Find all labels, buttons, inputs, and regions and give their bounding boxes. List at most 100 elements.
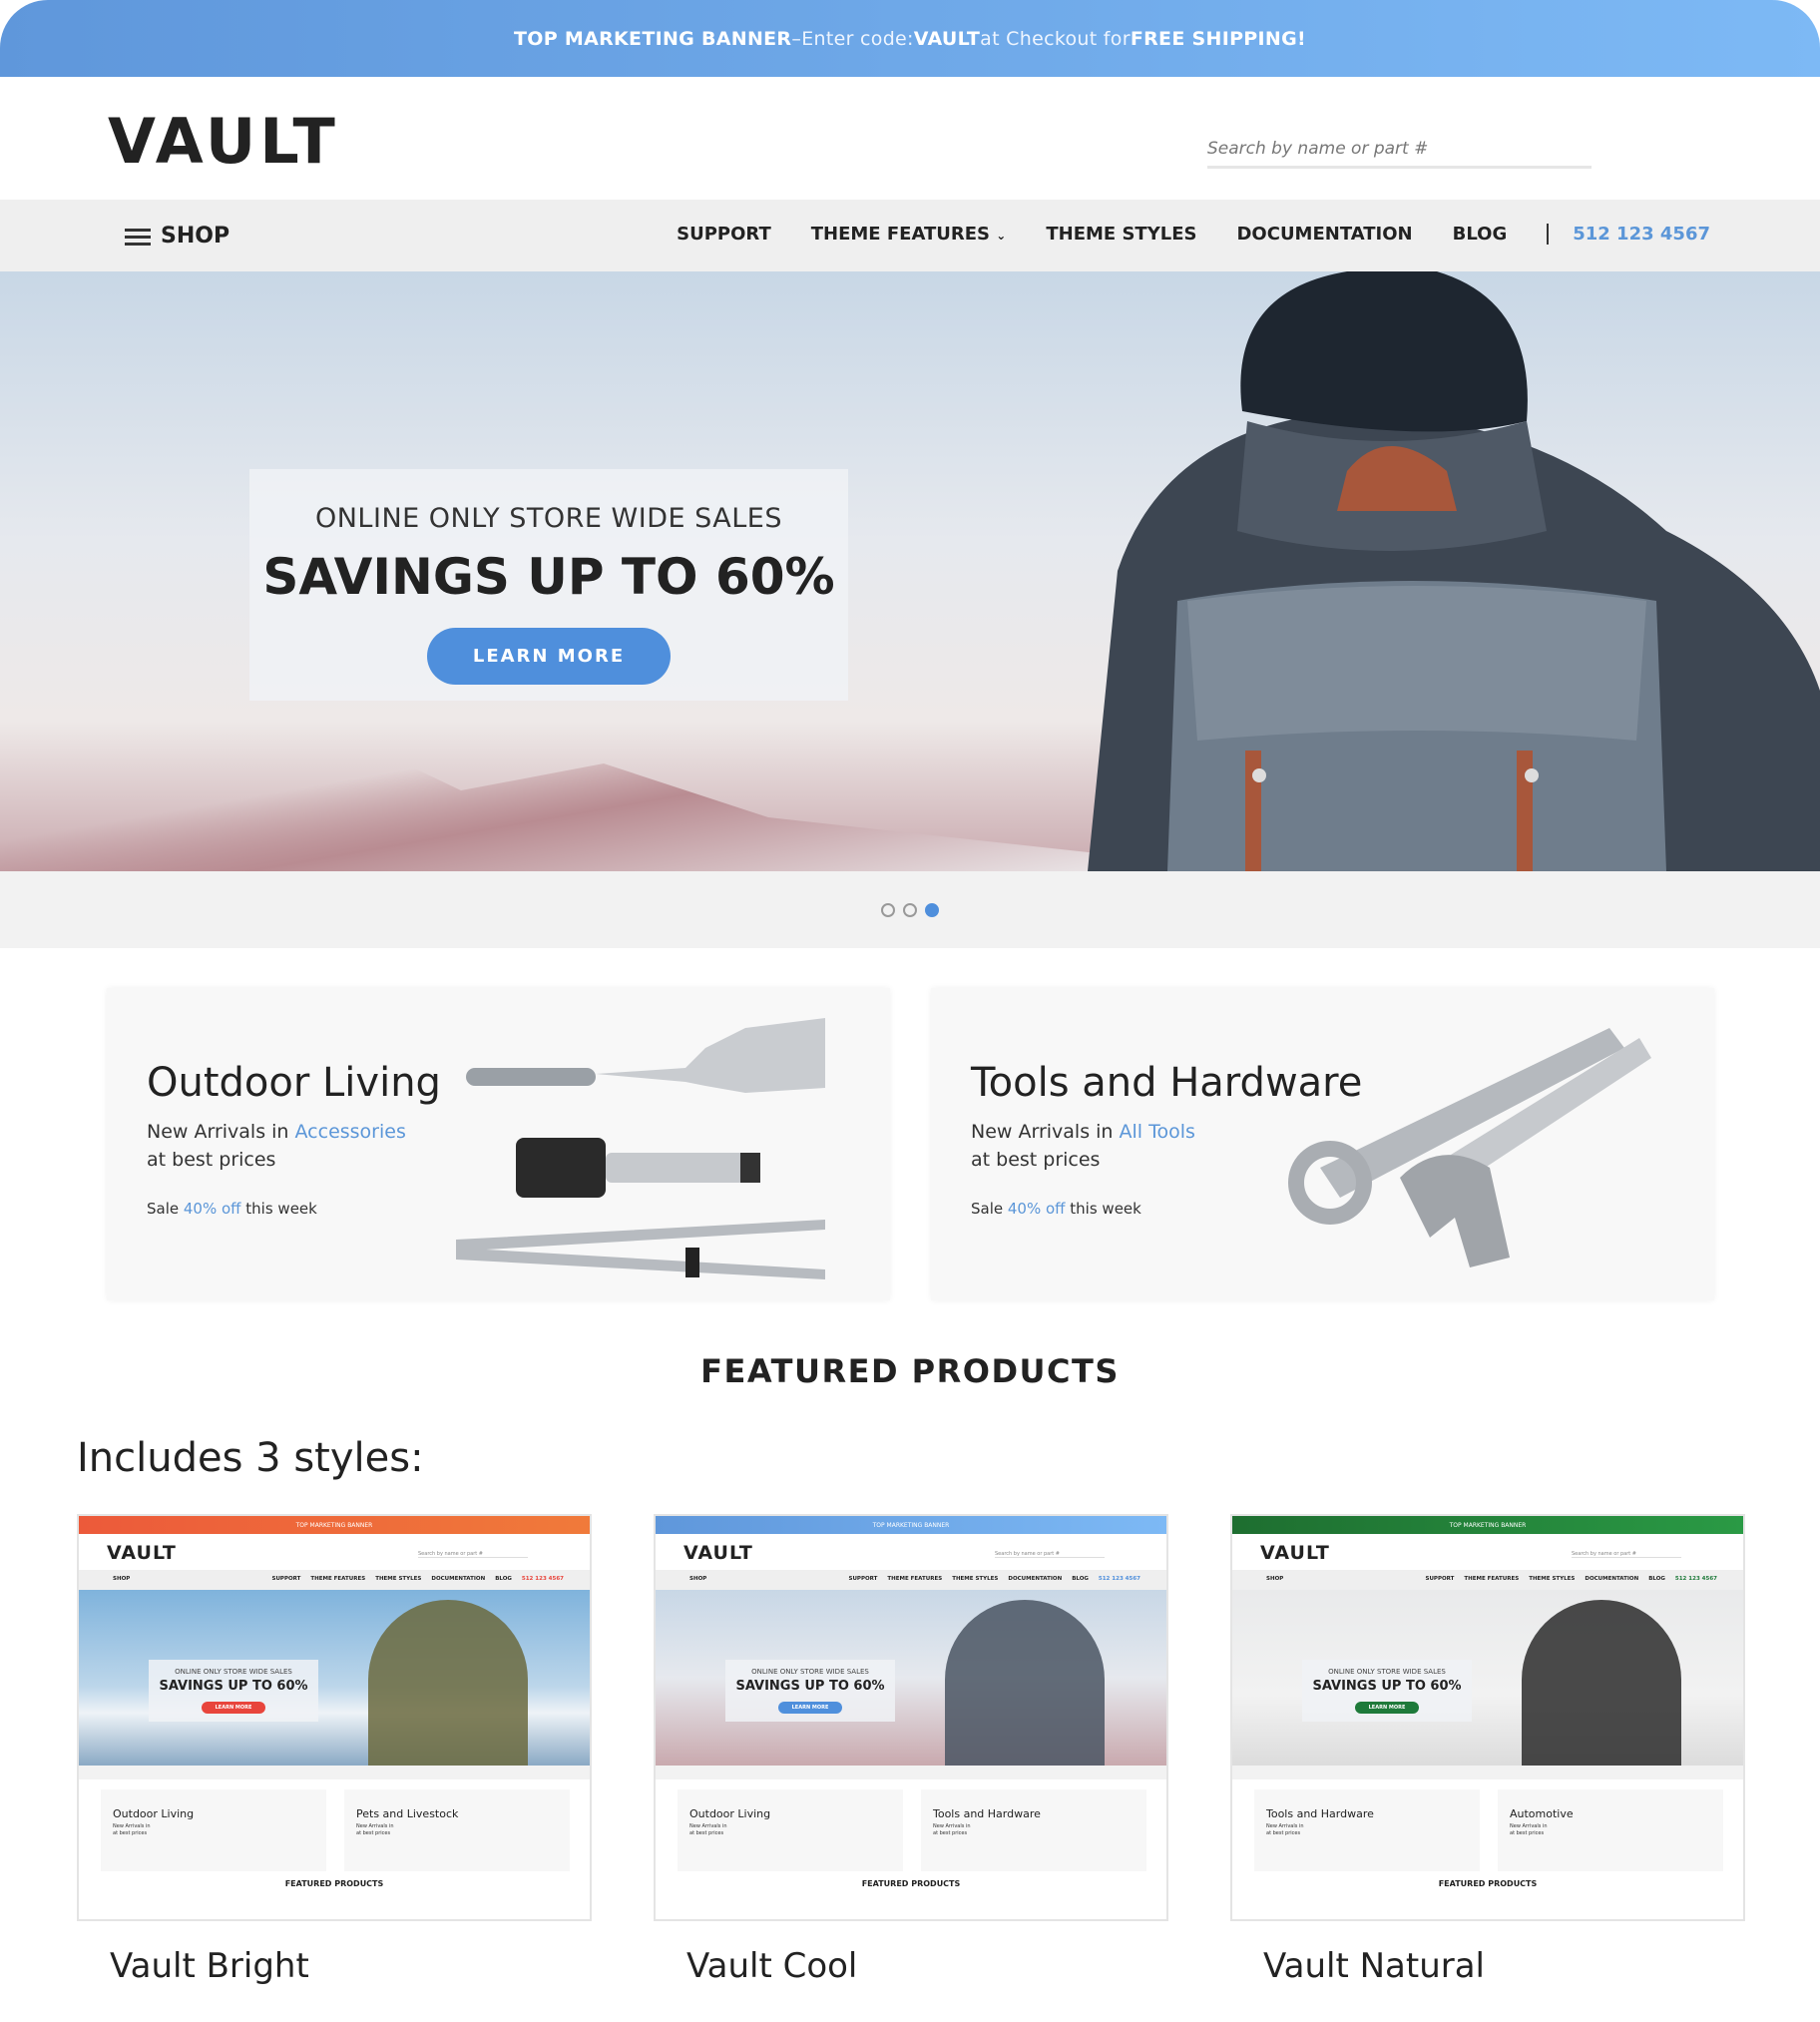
marketing-banner: TOP MARKETING BANNER – Enter code: VAULT… <box>0 0 1820 77</box>
card-line1: New Arrivals in Accessories <box>147 1121 406 1143</box>
category-card-tools-hardware[interactable]: Tools and Hardware New Arrivals in All T… <box>931 988 1714 1300</box>
card-text: New Arrivals in <box>971 1121 1120 1143</box>
thumb-nav-link: THEME STYLES <box>375 1576 422 1582</box>
thumb-card-title: Outdoor Living <box>689 1807 771 1820</box>
thumb-cards: Outdoor Living New Arrivals in at best pr… <box>656 1779 1166 1879</box>
hiker-backpack-image <box>1088 271 1820 871</box>
thumb-header: VAULT Search by name or part # <box>656 1534 1166 1570</box>
includes-styles-heading: Includes 3 styles: <box>77 1435 424 1481</box>
thumb-learn-more: LEARN MORE <box>777 1702 843 1714</box>
card-link[interactable]: Accessories <box>295 1121 406 1143</box>
thumb-card-line: at best prices <box>1510 1830 1545 1836</box>
thumb-card-line: New Arrivals in <box>933 1823 971 1829</box>
slide-dot-1[interactable] <box>881 902 895 917</box>
category-card-outdoor-living[interactable]: Outdoor Living New Arrivals in Accessori… <box>107 988 890 1300</box>
thumb-card-line: at best prices <box>933 1830 968 1836</box>
banner-text: Enter code: <box>801 27 914 50</box>
thumb-promo-sub: ONLINE ONLY STORE WIDE SALES <box>751 1668 869 1676</box>
thumb-nav-link: BLOG <box>495 1576 512 1582</box>
thumb-featured: FEATURED PRODUCTS <box>284 1879 384 1888</box>
thumb-header: VAULT Search by name or part # <box>1232 1534 1743 1570</box>
thumb-card-text: New Arrivals in at best prices <box>113 1823 151 1837</box>
hero-slider: ONLINE ONLY STORE WIDE SALES SAVINGS UP … <box>0 271 1820 871</box>
thumb-phone: 512 123 4567 <box>1098 1576 1140 1582</box>
thumb-hero: ONLINE ONLY STORE WIDE SALES SAVINGS UP T… <box>656 1590 1166 1766</box>
thumb-hero-image <box>368 1600 528 1766</box>
slide-dot-2[interactable] <box>903 902 917 917</box>
search-input[interactable] <box>1207 127 1527 159</box>
thumb-promo: ONLINE ONLY STORE WIDE SALES SAVINGS UP T… <box>1302 1660 1472 1722</box>
logo[interactable]: VAULT <box>108 105 339 178</box>
nav-theme-features[interactable]: THEME FEATURES ⌄ <box>811 224 1007 245</box>
thumb-card: Automotive New Arrivals in at best prices <box>1498 1789 1723 1871</box>
hamburger-icon <box>125 228 151 246</box>
thumb-search: Search by name or part # <box>1572 1551 1681 1558</box>
bbq-tools-image <box>456 1018 825 1279</box>
thumb-nav-link: THEME STYLES <box>952 1576 999 1582</box>
thumb-card-line: at best prices <box>356 1830 391 1836</box>
thumb-promo-title: SAVINGS UP TO 60% <box>159 1679 308 1694</box>
thumb-nav-link: DOCUMENTATION <box>431 1576 486 1582</box>
thumb-learn-more: LEARN MORE <box>1354 1702 1420 1714</box>
header: VAULT 99 <box>0 77 1820 234</box>
nav-support[interactable]: SUPPORT <box>677 224 771 245</box>
sale-pre: Sale <box>971 1200 1008 1218</box>
thumb-card-title: Tools and Hardware <box>933 1807 1041 1820</box>
thumb-card-line: New Arrivals in <box>689 1823 727 1829</box>
featured-products-heading: FEATURED PRODUCTS <box>700 1352 1120 1390</box>
thumb-card-title: Pets and Livestock <box>356 1807 459 1820</box>
thumb-cards: Outdoor Living New Arrivals in at best pr… <box>79 1779 590 1879</box>
phone-link[interactable]: 512 123 4567 <box>1547 224 1710 245</box>
thumb-banner: TOP MARKETING BANNER <box>656 1516 1166 1534</box>
thumb-search: Search by name or part # <box>418 1551 528 1558</box>
style-caption: Vault Cool <box>686 1946 858 1986</box>
thumb-nav-link: SUPPORT <box>271 1576 301 1582</box>
promo-title: SAVINGS UP TO 60% <box>262 548 835 606</box>
thumb-card-text: New Arrivals in at best prices <box>1510 1823 1548 1837</box>
card-link[interactable]: All Tools <box>1120 1121 1195 1143</box>
nav-theme-features-label: THEME FEATURES <box>810 224 991 245</box>
chevron-down-icon: ⌄ <box>996 229 1007 243</box>
thumb-card-line: New Arrivals in <box>1266 1823 1304 1829</box>
thumb-promo: ONLINE ONLY STORE WIDE SALES SAVINGS UP T… <box>725 1660 895 1722</box>
thumb-dots <box>656 1766 1166 1779</box>
thumb-card: Tools and Hardware New Arrivals in at bes… <box>1254 1789 1480 1871</box>
thumb-nav: SHOP SUPPORT THEME FEATURES THEME STYLES DOC… <box>79 1570 590 1590</box>
thumb-logo: VAULT <box>683 1542 753 1564</box>
thumb-card-line: New Arrivals in <box>113 1823 151 1829</box>
card-sale: Sale 40% off this week <box>971 1200 1141 1218</box>
banner-prefix: TOP MARKETING BANNER <box>514 27 792 50</box>
card-line2: at best prices <box>971 1149 1101 1171</box>
learn-more-button[interactable]: LEARN MORE <box>426 628 672 685</box>
thumb-card: Pets and Livestock New Arrivals in at bes… <box>344 1789 570 1871</box>
sale-amount: 40% off <box>1007 1200 1066 1218</box>
nav-theme-styles[interactable]: THEME STYLES <box>1046 224 1196 245</box>
nav-documentation[interactable]: DOCUMENTATION <box>1236 224 1412 245</box>
thumb-header: VAULT Search by name or part # <box>79 1534 590 1570</box>
thumb-learn-more: LEARN MORE <box>201 1702 266 1714</box>
card-title: Outdoor Living <box>147 1060 441 1106</box>
shop-menu-button[interactable]: SHOP <box>125 224 229 249</box>
promo-subtitle: ONLINE ONLY STORE WIDE SALES <box>314 503 782 534</box>
slide-dot-3[interactable] <box>925 902 939 917</box>
nav-blog[interactable]: BLOG <box>1453 224 1508 245</box>
style-thumbnail-3[interactable]: TOP MARKETING BANNER VAULT Search by name… <box>1230 1514 1745 1921</box>
thumb-card-title: Automotive <box>1510 1807 1574 1820</box>
thumb-hero: ONLINE ONLY STORE WIDE SALES SAVINGS UP T… <box>1232 1590 1743 1766</box>
thumb-banner-text: TOP MARKETING BANNER <box>295 1521 373 1529</box>
slider-dots <box>0 871 1820 948</box>
thumb-dots <box>1232 1766 1743 1779</box>
thumb-card-title: Tools and Hardware <box>1266 1807 1374 1820</box>
thumb-nav-link: BLOG <box>1648 1576 1665 1582</box>
style-thumbnail-1[interactable]: TOP MARKETING BANNER VAULT Search by name… <box>77 1514 592 1921</box>
sale-amount: 40% off <box>183 1200 241 1218</box>
card-text: New Arrivals in <box>147 1121 295 1143</box>
thumb-shop: SHOP <box>113 1576 131 1582</box>
banner-sep: – <box>791 27 802 50</box>
thumb-card: Outdoor Living New Arrivals in at best pr… <box>678 1789 903 1871</box>
thumb-card-title: Outdoor Living <box>113 1807 195 1820</box>
thumb-nav-link: THEME FEATURES <box>1464 1576 1520 1582</box>
thumb-card-line: at best prices <box>689 1830 724 1836</box>
style-thumbnail-2[interactable]: TOP MARKETING BANNER VAULT Search by name… <box>654 1514 1168 1921</box>
thumb-card-line: New Arrivals in <box>356 1823 394 1829</box>
